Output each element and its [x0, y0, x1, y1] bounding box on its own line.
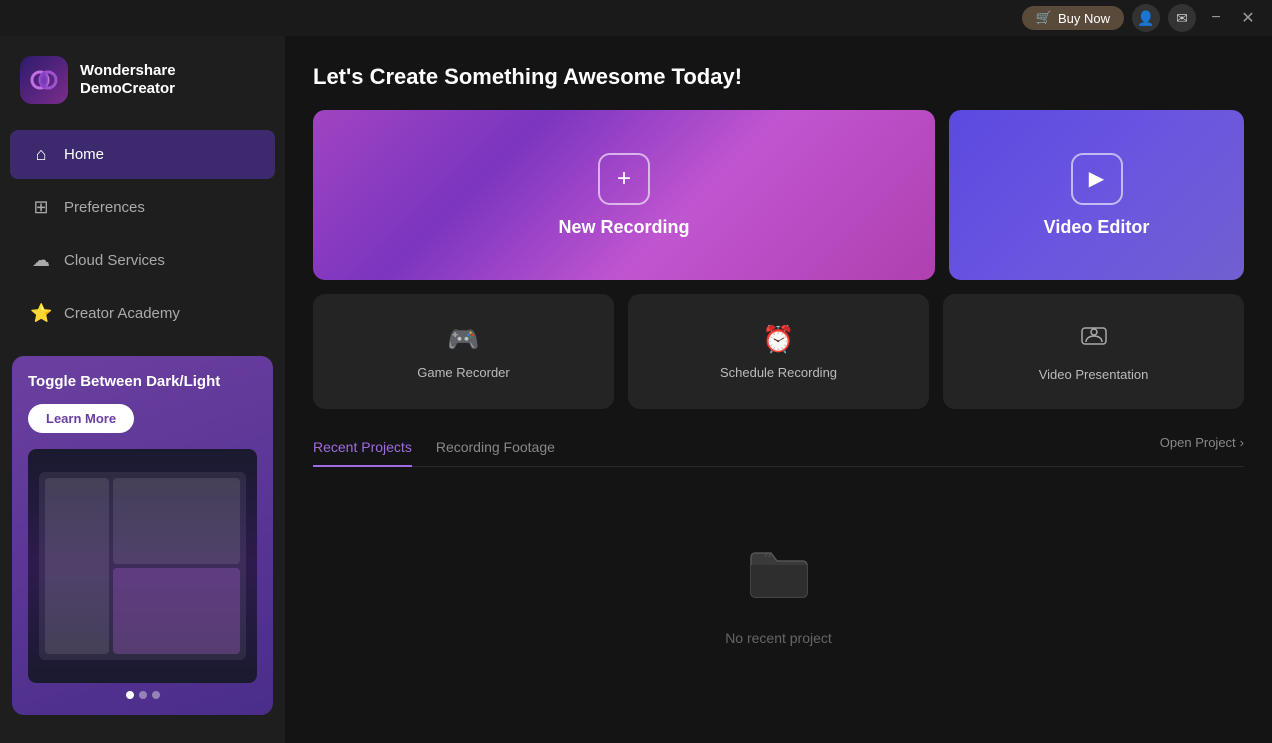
schedule-recording-label: Schedule Recording — [720, 365, 837, 380]
empty-folder-icon — [747, 545, 811, 614]
app-body: Wondershare DemoCreator ⌂ Home ⊞ Prefere… — [0, 36, 1272, 743]
tab-content-recent-projects: No recent project — [313, 467, 1244, 723]
video-editor-card[interactable]: ▶ Video Editor — [949, 110, 1244, 280]
home-icon: ⌂ — [30, 144, 52, 165]
promo-dot-1 — [126, 691, 134, 699]
play-icon: ▶ — [1089, 166, 1104, 191]
mail-icon[interactable]: ✉ — [1168, 4, 1196, 32]
logo-text: Wondershare DemoCreator — [80, 62, 176, 98]
sidebar-item-creator-academy[interactable]: ⭐ Creator Academy — [10, 289, 275, 338]
promo-dot-2 — [139, 691, 147, 699]
promo-learn-more-button[interactable]: Learn More — [28, 404, 134, 433]
sidebar: Wondershare DemoCreator ⌂ Home ⊞ Prefere… — [0, 36, 285, 743]
video-editor-label: Video Editor — [1044, 217, 1150, 238]
close-button[interactable]: ✕ — [1236, 6, 1260, 30]
minimize-button[interactable]: − — [1204, 6, 1228, 30]
schedule-recording-icon: ⏰ — [762, 324, 794, 355]
plus-icon: + — [617, 165, 631, 193]
tabs-header: Recent Projects Recording Footage Open P… — [313, 429, 1244, 467]
logo-title-line2: DemoCreator — [80, 80, 176, 98]
top-cards-row: + New Recording ▶ Video Editor — [313, 110, 1244, 280]
sidebar-item-preferences[interactable]: ⊞ Preferences — [10, 183, 275, 232]
sidebar-item-label-cloud: Cloud Services — [64, 252, 165, 269]
sidebar-item-label-home: Home — [64, 146, 104, 163]
sidebar-item-label-academy: Creator Academy — [64, 305, 180, 322]
promo-dot-3 — [152, 691, 160, 699]
sidebar-promo: Toggle Between Dark/Light Learn More — [12, 356, 273, 715]
game-recorder-label: Game Recorder — [417, 365, 509, 380]
promo-image — [28, 449, 257, 684]
promo-title: Toggle Between Dark/Light — [28, 372, 257, 392]
video-presentation-label: Video Presentation — [1039, 367, 1149, 382]
page-title: Let's Create Something Awesome Today! — [313, 64, 1244, 90]
sidebar-item-label-preferences: Preferences — [64, 199, 145, 216]
new-recording-label: New Recording — [558, 217, 689, 238]
tab-recent-projects[interactable]: Recent Projects — [313, 429, 412, 467]
new-recording-icon-box: + — [598, 153, 650, 205]
promo-dots — [28, 691, 257, 699]
title-bar: 🛒 Buy Now 👤 ✉ − ✕ — [0, 0, 1272, 36]
open-project-link[interactable]: Open Project › — [1160, 435, 1244, 460]
chevron-right-icon: › — [1240, 435, 1244, 450]
sidebar-item-cloud-services[interactable]: ☁ Cloud Services — [10, 236, 275, 285]
logo-icon — [20, 56, 68, 104]
empty-state-label: No recent project — [725, 630, 832, 646]
account-icon[interactable]: 👤 — [1132, 4, 1160, 32]
logo-area: Wondershare DemoCreator — [0, 36, 285, 128]
sidebar-item-home[interactable]: ⌂ Home — [10, 130, 275, 179]
tabs-section: Recent Projects Recording Footage Open P… — [313, 429, 1244, 723]
cart-icon: 🛒 — [1036, 10, 1052, 26]
game-recorder-icon: 🎮 — [447, 324, 479, 355]
preferences-icon: ⊞ — [30, 197, 52, 218]
video-presentation-icon — [1080, 322, 1108, 357]
open-project-label: Open Project — [1160, 435, 1236, 450]
cloud-icon: ☁ — [30, 250, 52, 271]
schedule-recording-card[interactable]: ⏰ Schedule Recording — [628, 294, 929, 409]
video-editor-icon-box: ▶ — [1071, 153, 1123, 205]
buy-now-button[interactable]: 🛒 Buy Now — [1022, 6, 1124, 30]
buy-now-label: Buy Now — [1058, 11, 1110, 26]
video-presentation-card[interactable]: Video Presentation — [943, 294, 1244, 409]
new-recording-card[interactable]: + New Recording — [313, 110, 935, 280]
game-recorder-card[interactable]: 🎮 Game Recorder — [313, 294, 614, 409]
bottom-cards-row: 🎮 Game Recorder ⏰ Schedule Recording Vid… — [313, 294, 1244, 409]
logo-title-line1: Wondershare — [80, 62, 176, 80]
main-content: Let's Create Something Awesome Today! + … — [285, 36, 1272, 743]
tab-recording-footage[interactable]: Recording Footage — [436, 429, 555, 467]
academy-icon: ⭐ — [30, 303, 52, 324]
